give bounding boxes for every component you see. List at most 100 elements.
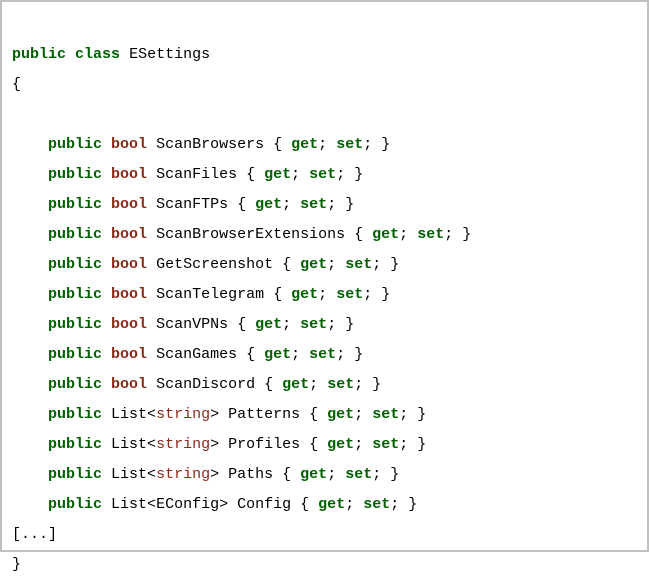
- property-name: Profiles: [228, 436, 300, 453]
- keyword-get: get: [291, 136, 318, 153]
- type-bool: bool: [111, 226, 147, 243]
- brace-open: {: [300, 496, 309, 513]
- brace-open: {: [354, 226, 363, 243]
- keyword-get: get: [327, 406, 354, 423]
- semicolon: ;: [336, 346, 345, 363]
- semicolon: ;: [372, 256, 381, 273]
- keyword-public: public: [48, 136, 102, 153]
- property-line: public bool ScanFiles { get; set; }: [12, 166, 363, 183]
- keyword-public: public: [48, 286, 102, 303]
- keyword-public: public: [48, 316, 102, 333]
- semicolon: ;: [318, 136, 327, 153]
- keyword-public: public: [48, 256, 102, 273]
- keyword-public: public: [48, 496, 102, 513]
- keyword-set: set: [300, 196, 327, 213]
- keyword-class: class: [75, 46, 120, 63]
- brace-close: }: [354, 166, 363, 183]
- keyword-get: get: [264, 346, 291, 363]
- property-name: ScanBrowserExtensions: [156, 226, 345, 243]
- semicolon: ;: [399, 226, 408, 243]
- class-name: ESettings: [129, 46, 210, 63]
- semicolon: ;: [327, 256, 336, 273]
- semicolon: ;: [444, 226, 453, 243]
- code-block: public class ESettings { public bool Sca…: [12, 10, 637, 580]
- semicolon: ;: [336, 166, 345, 183]
- brace-open: {: [282, 256, 291, 273]
- gt: >: [210, 406, 219, 423]
- keyword-set: set: [345, 256, 372, 273]
- property-name: Paths: [228, 466, 273, 483]
- gt: >: [210, 466, 219, 483]
- type-list: List: [111, 496, 147, 513]
- lt: <: [147, 406, 156, 423]
- brace-open: {: [309, 406, 318, 423]
- brace-close: }: [372, 376, 381, 393]
- property-line: public bool ScanBrowserExtensions { get;…: [12, 226, 471, 243]
- property-line: public List<string> Paths { get; set; }: [12, 466, 399, 483]
- semicolon: ;: [390, 496, 399, 513]
- brace-close: }: [12, 556, 21, 573]
- brace-open: {: [246, 166, 255, 183]
- lt: <: [147, 496, 156, 513]
- keyword-set: set: [336, 136, 363, 153]
- type-bool: bool: [111, 286, 147, 303]
- keyword-get: get: [300, 466, 327, 483]
- semicolon: ;: [354, 436, 363, 453]
- keyword-public: public: [48, 436, 102, 453]
- property-name: ScanVPNs: [156, 316, 228, 333]
- semicolon: ;: [327, 196, 336, 213]
- brace-close: }: [417, 436, 426, 453]
- property-name: ScanFTPs: [156, 196, 228, 213]
- keyword-get: get: [318, 496, 345, 513]
- keyword-set: set: [327, 376, 354, 393]
- keyword-set: set: [363, 496, 390, 513]
- keyword-get: get: [255, 316, 282, 333]
- line-class-decl: public class ESettings: [12, 46, 210, 63]
- property-name: ScanFiles: [156, 166, 237, 183]
- property-name: Patterns: [228, 406, 300, 423]
- property-line: public bool ScanBrowsers { get; set; }: [12, 136, 390, 153]
- gt: >: [219, 496, 228, 513]
- brace-close: }: [462, 226, 471, 243]
- keyword-set: set: [309, 346, 336, 363]
- keyword-get: get: [264, 166, 291, 183]
- type-list: List: [111, 406, 147, 423]
- semicolon: ;: [354, 376, 363, 393]
- brace-open: {: [273, 286, 282, 303]
- brace-close: }: [345, 196, 354, 213]
- type-bool: bool: [111, 376, 147, 393]
- keyword-public: public: [48, 376, 102, 393]
- semicolon: ;: [318, 286, 327, 303]
- keyword-public: public: [12, 46, 66, 63]
- keyword-public: public: [48, 406, 102, 423]
- brace-open: {: [282, 466, 291, 483]
- semicolon: ;: [282, 316, 291, 333]
- property-line: public List<string> Profiles { get; set;…: [12, 436, 426, 453]
- semicolon: ;: [399, 406, 408, 423]
- brace-open: {: [246, 346, 255, 363]
- property-line: public bool ScanGames { get; set; }: [12, 346, 363, 363]
- property-name: GetScreenshot: [156, 256, 273, 273]
- semicolon: ;: [363, 286, 372, 303]
- type-string: string: [156, 406, 210, 423]
- keyword-get: get: [282, 376, 309, 393]
- brace-close: }: [390, 256, 399, 273]
- keyword-get: get: [291, 286, 318, 303]
- type-econfig: EConfig: [156, 496, 219, 513]
- property-name: ScanBrowsers: [156, 136, 264, 153]
- brace-close: }: [381, 136, 390, 153]
- lt: <: [147, 436, 156, 453]
- keyword-public: public: [48, 166, 102, 183]
- keyword-public: public: [48, 346, 102, 363]
- keyword-public: public: [48, 226, 102, 243]
- semicolon: ;: [291, 346, 300, 363]
- brace-open: {: [273, 136, 282, 153]
- keyword-get: get: [327, 436, 354, 453]
- brace-open: {: [237, 316, 246, 333]
- keyword-get: get: [300, 256, 327, 273]
- brace-close: }: [345, 316, 354, 333]
- semicolon: ;: [309, 376, 318, 393]
- gt: >: [210, 436, 219, 453]
- property-name: ScanGames: [156, 346, 237, 363]
- keyword-set: set: [300, 316, 327, 333]
